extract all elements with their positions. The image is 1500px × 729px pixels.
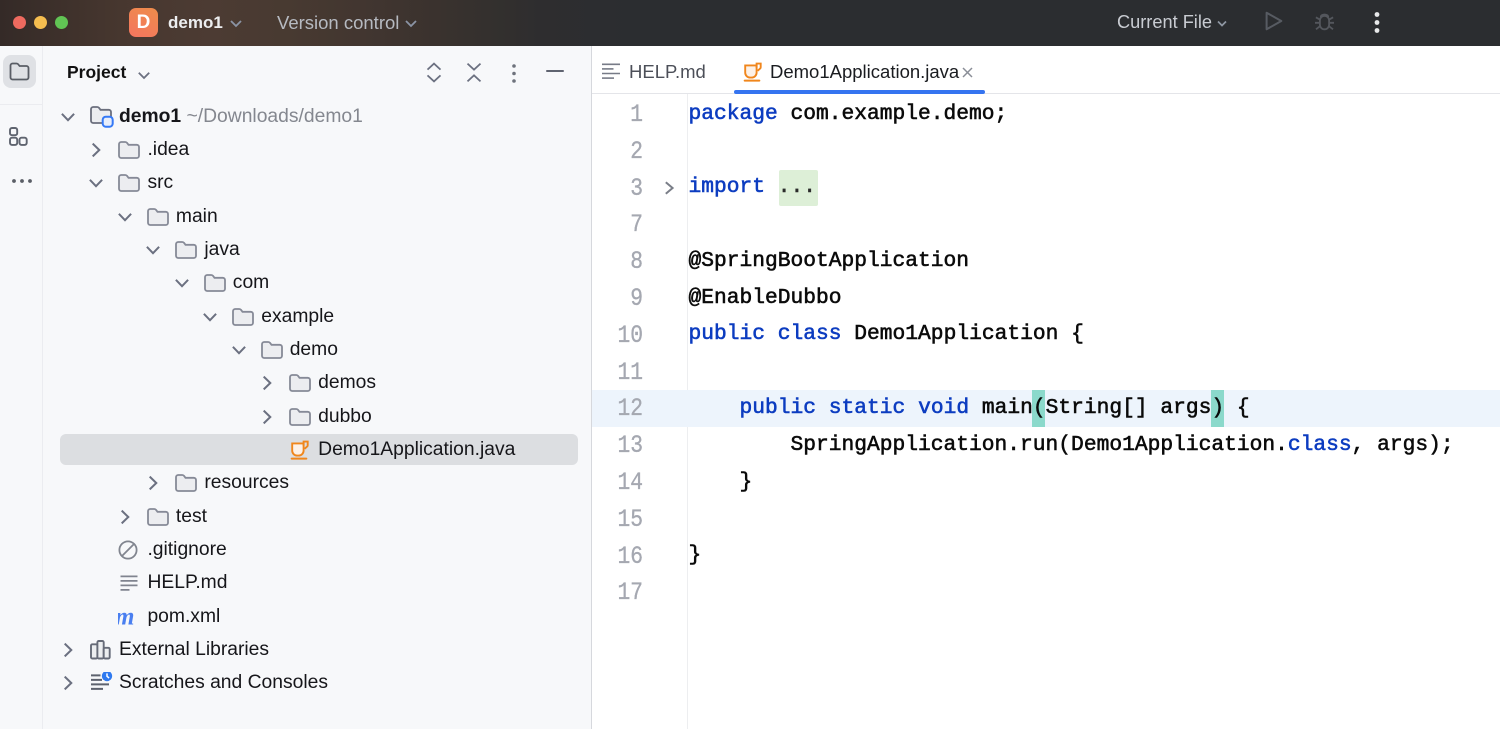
svg-text:m: m — [118, 606, 134, 628]
